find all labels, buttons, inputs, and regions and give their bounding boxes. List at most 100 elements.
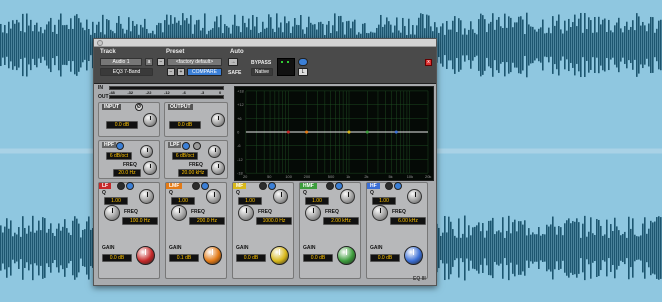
- native-indicator: Native: [251, 68, 273, 76]
- band-q-knob[interactable]: [273, 189, 288, 204]
- preset-label: Preset: [166, 49, 185, 55]
- band-solo-button[interactable]: [268, 182, 276, 190]
- preset-minus-button[interactable]: −: [157, 58, 165, 66]
- band-q-value[interactable]: 1.00: [171, 197, 195, 205]
- band-freq-value[interactable]: 6.00 kHz: [390, 217, 426, 225]
- graph-x-tick: 5k: [389, 174, 393, 179]
- auto-button[interactable]: →: [228, 58, 238, 66]
- lpf-slope-knob[interactable]: [208, 145, 221, 158]
- band-enable-button[interactable]: [385, 182, 393, 190]
- preset-selector[interactable]: <factory default>: [167, 58, 222, 66]
- band-enable-button[interactable]: [192, 182, 200, 190]
- band-q-value[interactable]: 1.00: [104, 197, 128, 205]
- band-gain-knob[interactable]: [337, 246, 356, 265]
- band-freq-knob[interactable]: [372, 205, 388, 221]
- compare-button[interactable]: COMPARE: [187, 68, 222, 76]
- hpf-freq-value[interactable]: 20.0 Hz: [113, 169, 141, 177]
- graph-x-tick: 2k: [364, 174, 368, 179]
- band-freq-knob[interactable]: [305, 205, 321, 221]
- meter-in-label: IN: [98, 85, 103, 91]
- hpf-slope-knob[interactable]: [140, 145, 153, 158]
- band-enable-button[interactable]: [326, 182, 334, 190]
- lpf-freq-knob[interactable]: [211, 161, 225, 175]
- band-panel-lf: LF Q 1.00 FREQ 100.0 Hz GAIN 0.0 dB: [98, 182, 160, 279]
- band-solo-button[interactable]: [335, 182, 343, 190]
- band-node-lmf[interactable]: [305, 130, 309, 134]
- band-freq-value[interactable]: 100.0 Hz: [122, 217, 158, 225]
- output-gain-value[interactable]: 0.0 dB: [169, 121, 201, 129]
- band-enable-button[interactable]: [117, 182, 125, 190]
- lpf-section: LPF 6 dB/oct FREQ 20.00 kHz: [164, 140, 228, 179]
- band-q-value[interactable]: 1.00: [305, 197, 329, 205]
- band-q-knob[interactable]: [206, 189, 221, 204]
- band-node-hmf[interactable]: [365, 130, 369, 134]
- lpf-label: LPF: [168, 142, 182, 148]
- band-gain-value[interactable]: 0.0 dB: [236, 254, 266, 262]
- track-selector[interactable]: Audio 1: [100, 58, 142, 66]
- bypass-label: BYPASS: [251, 60, 272, 66]
- hpf-freq-knob[interactable]: [143, 161, 157, 175]
- band-gain-value[interactable]: 0.1 dB: [169, 254, 199, 262]
- input-gain-knob[interactable]: [143, 113, 157, 127]
- band-q-knob[interactable]: [340, 189, 355, 204]
- band-gain-knob[interactable]: [404, 246, 423, 265]
- band-gain-value[interactable]: 0.0 dB: [370, 254, 400, 262]
- band-q-label: Q: [303, 190, 307, 196]
- band-gain-value[interactable]: 0.0 dB: [102, 254, 132, 262]
- lpf-enable-button[interactable]: [182, 142, 190, 150]
- band-gain-label: GAIN: [169, 245, 182, 251]
- link-toggle[interactable]: [298, 58, 308, 66]
- track-channel-button[interactable]: a: [145, 58, 153, 66]
- band-node-hf[interactable]: [394, 130, 398, 134]
- link-mode-button[interactable]: L: [298, 68, 308, 76]
- input-gain-value[interactable]: 0.0 dB: [106, 121, 138, 129]
- lpf-solo-button[interactable]: [193, 142, 201, 150]
- band-freq-label: FREQ: [258, 209, 272, 215]
- band-freq-knob[interactable]: [104, 205, 120, 221]
- band-node-mf[interactable]: [347, 130, 351, 134]
- close-window-icon[interactable]: [97, 40, 103, 46]
- band-q-knob[interactable]: [407, 189, 422, 204]
- band-gain-label: GAIN: [370, 245, 383, 251]
- hpf-enable-button[interactable]: [116, 142, 124, 150]
- band-panel-mf: MF Q 1.00 FREQ 1000.0 Hz GAIN 0.0 dB: [232, 182, 294, 279]
- band-gain-value[interactable]: 0.0 dB: [303, 254, 333, 262]
- band-freq-knob[interactable]: [238, 205, 254, 221]
- plugin-selector[interactable]: EQ3 7-Band: [100, 68, 153, 76]
- output-gain-knob[interactable]: [211, 113, 225, 127]
- band-solo-button[interactable]: [394, 182, 402, 190]
- band-q-value[interactable]: 1.00: [238, 197, 262, 205]
- preset-next-button[interactable]: +: [177, 68, 185, 76]
- window-titlebar[interactable]: [94, 39, 436, 47]
- band-freq-label: FREQ: [124, 209, 138, 215]
- plugin-body: IN -48 -32 -22 -12 -6 -3 0 OUT INPUT Ø 0.0 dB …: [94, 84, 436, 285]
- lpf-freq-value[interactable]: 20.00 kHz: [178, 169, 208, 177]
- band-gain-label: GAIN: [303, 245, 316, 251]
- lpf-slope-value[interactable]: 6 dB/oct: [172, 152, 198, 160]
- graph-y-tick: -12: [237, 157, 243, 162]
- band-solo-button[interactable]: [201, 182, 209, 190]
- band-gain-knob[interactable]: [136, 246, 155, 265]
- safe-button[interactable]: SAFE: [228, 70, 241, 76]
- band-q-label: Q: [370, 190, 374, 196]
- band-freq-value[interactable]: 200.0 Hz: [189, 217, 225, 225]
- bypass-display[interactable]: [277, 58, 295, 76]
- hpf-slope-value[interactable]: 6 dB/oct: [106, 152, 132, 160]
- band-solo-button[interactable]: [126, 182, 134, 190]
- band-q-label: Q: [102, 190, 106, 196]
- preset-prev-button[interactable]: −: [167, 68, 175, 76]
- phase-invert-button[interactable]: Ø: [135, 103, 143, 111]
- band-node-lf[interactable]: [286, 130, 290, 134]
- plugin-close-button[interactable]: x: [425, 59, 432, 66]
- band-freq-value[interactable]: 1000.0 Hz: [256, 217, 292, 225]
- band-gain-knob[interactable]: [270, 246, 289, 265]
- band-freq-knob[interactable]: [171, 205, 187, 221]
- band-q-value[interactable]: 1.00: [372, 197, 396, 205]
- band-gain-knob[interactable]: [203, 246, 222, 265]
- band-enable-button[interactable]: [259, 182, 267, 190]
- band-freq-value[interactable]: 2.00 kHz: [323, 217, 359, 225]
- eq-curve-graph[interactable]: +18 +12 +6 0 -6 -12 -1820 50 100 200 500 1k 2k 5k 10k 2…: [234, 86, 434, 181]
- lpf-freq-label: FREQ: [189, 162, 203, 168]
- band-label: LF: [99, 183, 112, 189]
- band-q-knob[interactable]: [139, 189, 154, 204]
